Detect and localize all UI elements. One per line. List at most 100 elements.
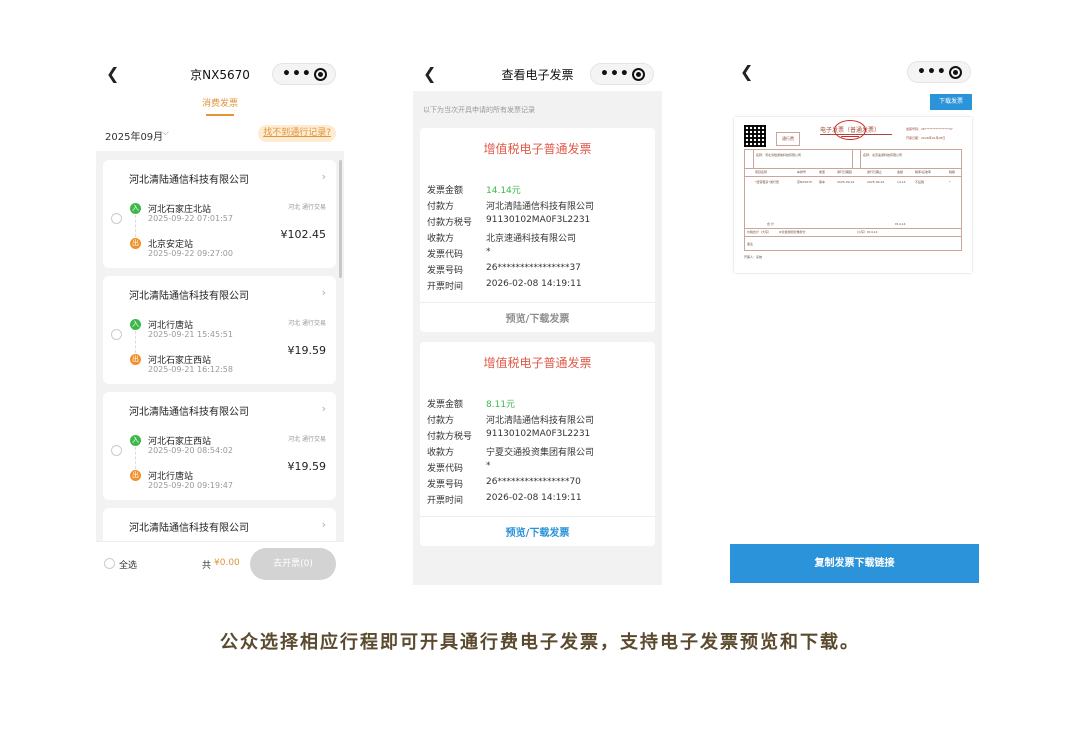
invoice-amount: 14.14元: [486, 186, 521, 196]
total-label: 合 计: [767, 222, 774, 226]
mini-program-capsule: •••: [907, 61, 971, 83]
amount-words: ⊗壹拾肆圆壹角肆分: [779, 230, 806, 234]
exit-badge-icon: 出: [130, 470, 141, 481]
col-header: 通行日期起: [837, 170, 853, 174]
close-circle-icon[interactable]: [632, 68, 645, 81]
company-name: 河北清陆通信科技有限公司: [129, 407, 249, 418]
table-cell: 14.14: [897, 180, 906, 184]
preview-download-button[interactable]: 预览/下载发票: [420, 524, 655, 539]
route-line: [135, 215, 136, 237]
exit-time: 2025-09-22 09:27:00: [148, 249, 233, 258]
chevron-right-icon: ›: [321, 402, 326, 415]
nav-bar: ❮ •••: [730, 55, 979, 89]
company-name: 河北清陆通信科技有限公司: [129, 523, 249, 534]
divider: [420, 516, 655, 517]
total-label: 共: [202, 561, 212, 571]
invoice-code: *: [486, 461, 491, 471]
not-found-link[interactable]: 找不到通行记录?: [258, 125, 336, 142]
entry-time: 2025-09-20 08:54:02: [148, 446, 233, 455]
invoice-number: 26****************37: [486, 263, 581, 273]
caption: 公众选择相应行程即可开具通行费电子发票，支持电子发票预览和下载。: [220, 632, 860, 653]
select-radio[interactable]: [111, 329, 122, 340]
field-label: 付款方税号: [427, 432, 473, 442]
table-rule: [745, 236, 961, 237]
month-filter: 2025年09月 ⌵ 找不到通行记录?: [96, 119, 344, 151]
scrollbar[interactable]: [339, 160, 342, 278]
invoice-table: 名称：河北清陆通信科技有限公司 名称：北京速通科技有限公司 项目名称 车牌号 类…: [744, 149, 962, 251]
select-all-label[interactable]: 全选: [119, 558, 137, 571]
amount-small: （小写）¥14.14: [855, 230, 878, 234]
entry-badge-icon: 入: [130, 319, 141, 330]
bottom-bar: 全选 共 ¥0.00 去开票(0): [96, 541, 344, 585]
payer-tax-id: 91130102MA0F3L2231: [486, 215, 591, 225]
tab-consumption-invoice[interactable]: 消费发票: [96, 96, 344, 109]
more-dots-icon[interactable]: •••: [917, 62, 947, 82]
more-dots-icon[interactable]: •••: [600, 64, 630, 84]
exit-time: 2025-09-20 09:19:47: [148, 481, 233, 490]
doc-invoice-number: 发票号码：26****************37: [906, 127, 953, 131]
exit-time: 2025-09-21 16:12:58: [148, 365, 233, 374]
payee: 宁夏交通投资集团有限公司: [486, 448, 595, 458]
table-rule: [860, 150, 861, 168]
chevron-down-icon[interactable]: ⌵: [162, 128, 169, 138]
col-header: 项目名称: [755, 170, 768, 174]
invoice-code: *: [486, 247, 491, 257]
invoice-type: 增值税电子普通发票: [483, 142, 592, 156]
close-circle-icon[interactable]: [314, 68, 327, 81]
table-cell: *: [949, 180, 951, 184]
mini-program-capsule: •••: [590, 63, 654, 85]
nav-bar: ❮ 查看电子发票 •••: [413, 57, 662, 91]
table-rule: [753, 150, 754, 168]
col-header: 类型: [819, 170, 826, 174]
month-selector[interactable]: 2025年09月: [105, 128, 163, 143]
invoice-document[interactable]: 通行费 电子发票（普通发票） 发票号码：26****************37…: [734, 117, 972, 273]
transaction-tag: 河北 通行交易: [288, 204, 326, 211]
payee: 北京速通科技有限公司: [486, 234, 577, 244]
trip-amount: ¥102.45: [280, 228, 327, 241]
field-label: 付款方税号: [427, 218, 473, 228]
table-rule: [745, 168, 961, 169]
transaction-tag: 河北 通行交易: [288, 320, 326, 327]
seller-info: 名称：北京速通科技有限公司: [863, 153, 903, 157]
select-all-radio[interactable]: [104, 558, 115, 569]
invoice-amount: 8.11元: [486, 400, 516, 410]
back-chevron-icon[interactable]: ❮: [740, 62, 753, 81]
preview-download-button[interactable]: 预览/下载发票: [420, 310, 655, 325]
chevron-right-icon: ›: [321, 518, 326, 531]
trip-amount: ¥19.59: [287, 460, 327, 473]
download-invoice-button[interactable]: 下载发票: [930, 94, 972, 110]
field-label: 发票代码: [427, 250, 464, 260]
issue-invoice-button[interactable]: 去开票(0): [250, 548, 336, 580]
select-radio[interactable]: [111, 445, 122, 456]
table-cell: *经营租赁*通行费: [755, 180, 780, 184]
transaction-tag: 河北 通行交易: [288, 436, 326, 443]
payer-tax-id: 91130102MA0F3L2231: [486, 429, 591, 439]
amount-words-label: 价税合计（大写）: [747, 230, 772, 234]
issuer: 开票人：系统: [744, 255, 763, 259]
invoice-type: 增值税电子普通发票: [483, 356, 592, 370]
field-label: 收款方: [427, 234, 455, 244]
invoice-list-screen: ❮ 查看电子发票 ••• 以下为当次开具申请的所有发票记录 增值税电子普通发票 …: [413, 57, 662, 585]
payer: 河北清陆通信科技有限公司: [486, 416, 595, 426]
table-cell: 客车: [819, 180, 826, 184]
trip-card[interactable]: 河北清陆通信科技有限公司 › 入 出 河北石家庄北站 2025-09-22 07…: [103, 160, 336, 268]
table-cell: 京NX5670: [797, 180, 812, 184]
more-dots-icon[interactable]: •••: [282, 64, 312, 84]
payer: 河北清陆通信科技有限公司: [486, 202, 595, 212]
close-circle-icon[interactable]: [949, 66, 962, 79]
buyer-info: 名称：河北清陆通信科技有限公司: [756, 153, 802, 157]
select-radio[interactable]: [111, 213, 122, 224]
trip-list-screen: ❮ 京NX5670 ••• 消费发票 2025年09月 ⌵ 找不到通行记录? 河…: [96, 57, 344, 585]
field-label: 发票代码: [427, 464, 464, 474]
table-cell: 不征税: [915, 180, 925, 184]
entry-badge-icon: 入: [130, 203, 141, 214]
trip-card[interactable]: 河北清陆通信科技有限公司 › 入 出 河北石家庄西站 2025-09-20 08…: [103, 392, 336, 500]
total-value: ¥0.00: [214, 558, 240, 568]
company-name: 河北清陆通信科技有限公司: [129, 175, 249, 186]
field-label: 收款方: [427, 448, 455, 458]
copy-download-link-button[interactable]: 复制发票下载链接: [730, 544, 979, 583]
table-rule: [745, 228, 961, 229]
trip-card[interactable]: 河北清陆通信科技有限公司 › 入 出 河北行唐站 2025-09-21 15:4…: [103, 276, 336, 384]
remark-label: 备注: [747, 242, 754, 246]
exit-badge-icon: 出: [130, 238, 141, 249]
